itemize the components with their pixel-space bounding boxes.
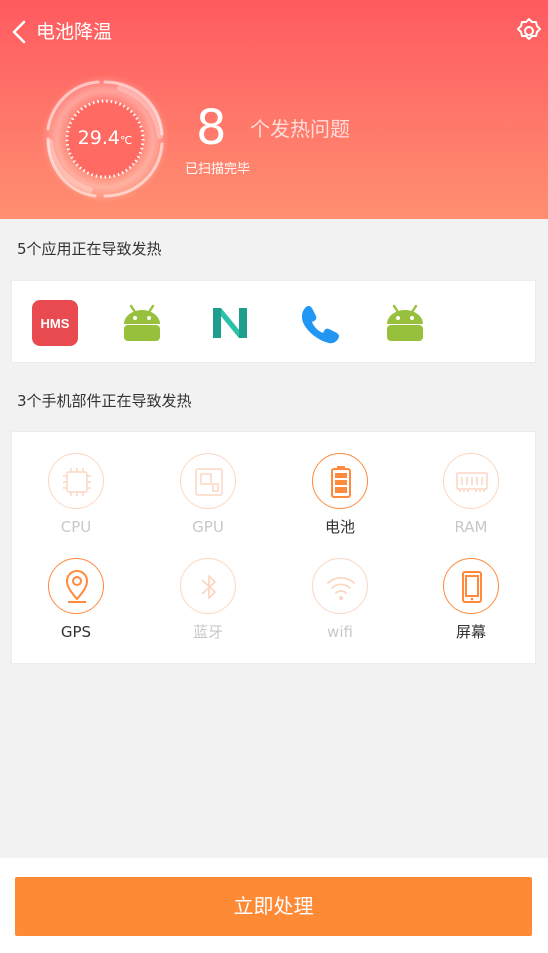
part-label: CPU [60, 518, 92, 536]
part-gps[interactable]: GPS [21, 558, 131, 642]
hms-app-icon[interactable]: HMS [32, 300, 78, 346]
footer-bar: 立即处理 [0, 858, 548, 953]
part-bluetooth[interactable]: 蓝牙 [153, 558, 263, 642]
page-title: 电池降温 [36, 21, 113, 43]
temperature-value: 29.4 [77, 127, 120, 149]
part-label: GPS [60, 623, 92, 641]
fix-now-button[interactable]: 立即处理 [15, 877, 532, 936]
temperature-readout: 29.4℃ [40, 126, 170, 153]
part-wifi[interactable]: wifi [285, 558, 395, 642]
battery-icon [331, 466, 351, 498]
chevron-left-icon[interactable] [8, 18, 32, 46]
part-screen[interactable]: 屏幕 [416, 558, 526, 642]
heating-apps-list: HMS [11, 280, 536, 363]
scan-status: 已扫描完毕 [185, 162, 251, 177]
wifi-icon [327, 576, 355, 600]
parts-section-title: 3个手机部件正在导致发热 [17, 392, 192, 410]
gpu-icon [195, 468, 223, 496]
android-app-icon[interactable] [119, 300, 165, 346]
android-app-icon[interactable] [382, 300, 428, 346]
part-ram[interactable]: RAM [416, 453, 526, 537]
ram-icon [456, 472, 488, 492]
part-label: wifi [327, 623, 353, 641]
gear-icon[interactable] [514, 16, 544, 46]
part-label: 蓝牙 [192, 623, 223, 641]
part-label: GPU [192, 518, 224, 536]
part-cpu[interactable]: CPU [21, 453, 131, 537]
part-label: 屏幕 [455, 623, 486, 641]
hms-icon-text: HMS [41, 316, 70, 331]
part-battery[interactable]: 电池 [285, 453, 395, 537]
apps-section-title: 5个应用正在导致发热 [17, 240, 162, 258]
part-gpu[interactable]: GPU [153, 453, 263, 537]
screen-icon [462, 571, 482, 603]
location-pin-icon [65, 570, 89, 603]
part-label: RAM [454, 518, 488, 536]
issue-count: 8 [196, 100, 227, 156]
issue-label: 个发热问题 [250, 117, 350, 141]
cpu-icon [63, 468, 91, 496]
part-label: 电池 [324, 518, 355, 536]
phone-app-icon[interactable] [295, 300, 341, 346]
bluetooth-icon [201, 575, 216, 599]
temperature-gauge: 29.4℃ [40, 74, 170, 204]
heating-parts-grid: CPU GPU 电池 RAM GPS 蓝牙 wifi 屏幕 [11, 431, 536, 664]
header: 电池降温 29.4℃ 8 个发热问题 已扫描完毕 [0, 0, 548, 219]
temperature-unit: ℃ [119, 134, 133, 147]
n-logo-app-icon[interactable] [207, 300, 253, 346]
